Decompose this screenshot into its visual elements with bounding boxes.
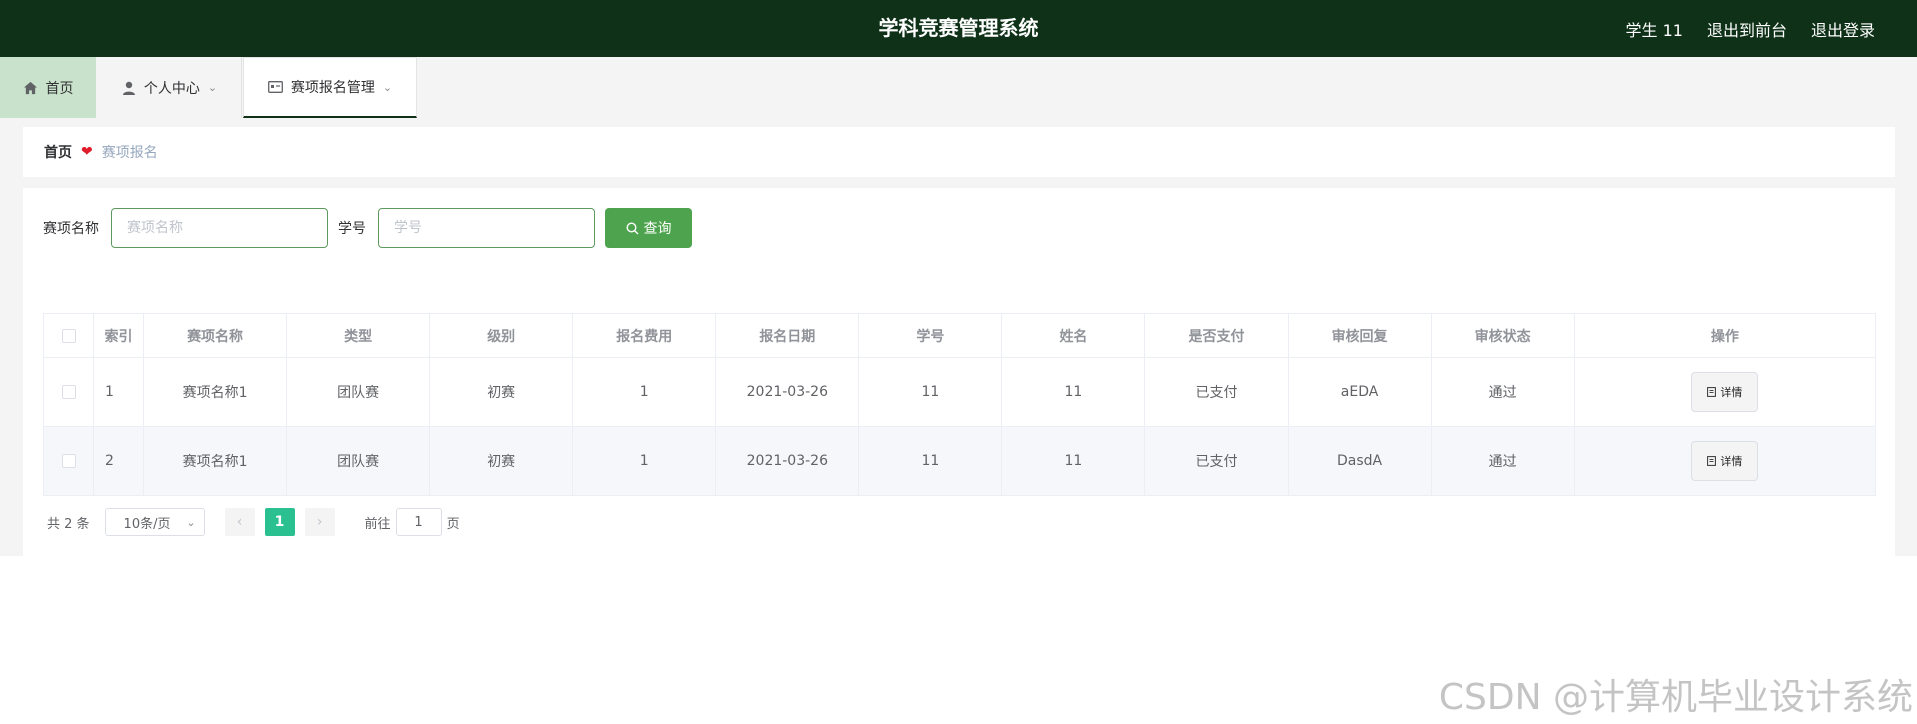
search-button[interactable]: 查询: [605, 208, 692, 248]
competition-name-input[interactable]: [111, 208, 328, 248]
card-icon: [267, 81, 283, 93]
column-header: 审核状态: [1430, 313, 1575, 358]
search-button-label: 查询: [643, 221, 672, 237]
cell-date: 2021-03-26: [715, 357, 860, 427]
table-row: 1 赛项名称1 团队赛 初赛 1 2021-03-26 11 11 已支付 aE…: [42, 357, 1877, 427]
cell-status: 通过: [1430, 357, 1575, 427]
main-nav: 首页 个人中心 ⌄ 赛项报名管理 ⌄: [0, 57, 1917, 118]
goto-label: 前往: [364, 516, 391, 532]
select-all-checkbox[interactable]: [61, 328, 76, 343]
cell-fee: 1: [572, 357, 717, 427]
document-icon: [1707, 456, 1717, 466]
cell-index: 1: [93, 357, 145, 427]
cell-paid: 已支付: [1144, 357, 1289, 427]
column-header: 姓名: [1001, 313, 1146, 358]
cell-status: 通过: [1430, 426, 1575, 496]
student-id-input[interactable]: [378, 208, 595, 248]
cell-student-name: 11: [1001, 426, 1146, 496]
chevron-right-icon: ›: [316, 514, 323, 530]
table-header-row: 索引 赛项名称 类型 级别 报名费用 报名日期 学号 姓名 是否支付 审核回复 …: [42, 313, 1877, 358]
column-header: 赛项名称: [143, 313, 288, 358]
page-size-select[interactable]: 10条/页 ⌄: [104, 508, 205, 536]
student-id-label: 学号: [338, 221, 366, 237]
cell-student-id: 11: [858, 357, 1003, 427]
chevron-down-icon: ⌄: [207, 81, 218, 94]
detail-button[interactable]: 详情: [1691, 441, 1759, 481]
prev-page-button[interactable]: ‹: [224, 508, 255, 536]
detail-button-label: 详情: [1720, 455, 1743, 468]
cell-student-name: 11: [1001, 357, 1146, 427]
page-suffix-label: 页: [446, 516, 460, 532]
detail-button-label: 详情: [1720, 386, 1743, 399]
document-icon: [1707, 387, 1717, 397]
cell-student-id: 11: [858, 426, 1003, 496]
nav-item-label: 个人中心: [143, 80, 200, 97]
column-header: 级别: [429, 313, 574, 358]
home-icon: [23, 81, 37, 94]
cell-fee: 1: [572, 426, 717, 496]
exit-to-front-link[interactable]: 退出到前台: [1707, 17, 1787, 41]
page-number-button[interactable]: 1: [264, 508, 295, 536]
column-header: 操作: [1573, 313, 1877, 358]
row-select-cell: [42, 357, 95, 427]
cell-date: 2021-03-26: [715, 426, 860, 496]
nav-item-personal-center[interactable]: 个人中心 ⌄: [97, 57, 242, 118]
detail-button[interactable]: 详情: [1691, 372, 1759, 412]
column-header: 报名费用: [572, 313, 717, 358]
current-user[interactable]: 学生 11: [1626, 17, 1683, 41]
cell-reply: DasdA: [1287, 426, 1432, 496]
cell-competition-name: 赛项名称1: [143, 357, 288, 427]
main-panel: 赛项名称 学号 查询 索引 赛项名称 类型 级别 报名费用 报名日期 学号 姓名…: [23, 188, 1895, 556]
column-header: 审核回复: [1287, 313, 1432, 358]
row-checkbox[interactable]: [61, 454, 76, 468]
watermark-text: CSDN @计算机毕业设计系统: [1438, 677, 1913, 718]
next-page-button[interactable]: ›: [304, 508, 335, 536]
row-select-cell: [42, 426, 95, 496]
cell-type: 团队赛: [286, 426, 431, 496]
page-size-value: 10条/页: [123, 516, 171, 532]
column-header: 学号: [858, 313, 1003, 358]
select-all-cell: [42, 313, 95, 358]
cell-level: 初赛: [429, 357, 574, 427]
column-header: 报名日期: [715, 313, 860, 358]
cell-type: 团队赛: [286, 357, 431, 427]
column-header: 是否支付: [1144, 313, 1289, 358]
chevron-left-icon: ‹: [236, 514, 243, 530]
cell-competition-name: 赛项名称1: [143, 426, 288, 496]
nav-item-home[interactable]: 首页: [0, 57, 96, 118]
breadcrumb-current: 赛项报名: [101, 145, 158, 161]
pagination: 共 2 条 10条/页 ⌄ ‹ 1 › 前往 页: [47, 508, 460, 536]
nav-item-label: 赛项报名管理: [290, 80, 375, 96]
column-header: 类型: [286, 313, 431, 358]
table-row: 2 赛项名称1 团队赛 初赛 1 2021-03-26 11 11 已支付 Da…: [42, 426, 1877, 496]
column-header: 索引: [93, 313, 145, 358]
logout-link[interactable]: 退出登录: [1811, 17, 1875, 41]
cell-level: 初赛: [429, 426, 574, 496]
registration-table: 索引 赛项名称 类型 级别 报名费用 报名日期 学号 姓名 是否支付 审核回复 …: [42, 313, 1877, 496]
page-jumper: 前往 页: [365, 508, 460, 536]
user-icon: [122, 81, 135, 95]
competition-name-label: 赛项名称: [43, 221, 99, 237]
goto-page-input[interactable]: [395, 508, 442, 536]
pagination-total: 共 2 条: [47, 516, 90, 532]
nav-divider: [241, 57, 242, 118]
chevron-down-icon: ⌄: [186, 515, 196, 529]
cell-index: 2: [93, 426, 145, 496]
cell-reply: aEDA: [1287, 357, 1432, 427]
cell-actions: 详情: [1573, 357, 1877, 427]
nav-item-label: 首页: [45, 80, 74, 97]
search-icon: [625, 221, 638, 234]
cell-paid: 已支付: [1144, 426, 1289, 496]
heart-icon: ❤: [81, 144, 93, 160]
search-form: 赛项名称 学号 查询: [43, 208, 692, 248]
header-actions: 学生 11 退出到前台 退出登录: [1626, 0, 1875, 57]
chevron-down-icon: ⌄: [382, 80, 393, 94]
row-checkbox[interactable]: [61, 385, 76, 399]
top-header: 学科竞赛管理系统 学生 11 退出到前台 退出登录: [0, 0, 1917, 57]
breadcrumb: 首页 ❤ 赛项报名: [23, 127, 1895, 177]
breadcrumb-home[interactable]: 首页: [44, 142, 72, 162]
cell-actions: 详情: [1573, 426, 1877, 496]
nav-item-registration-management[interactable]: 赛项报名管理 ⌄: [243, 57, 417, 118]
